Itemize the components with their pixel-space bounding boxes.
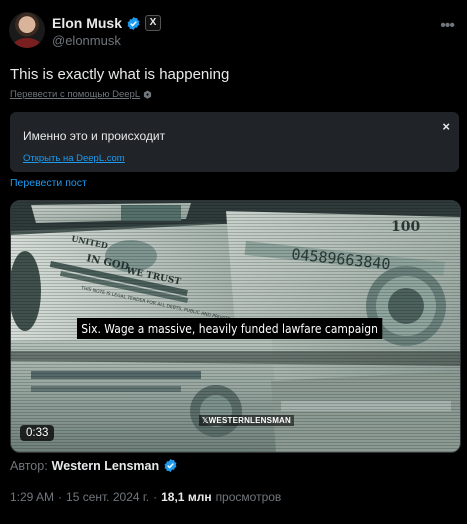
views-label: просмотров bbox=[215, 490, 282, 504]
verified-badge-icon bbox=[127, 16, 140, 30]
x-affiliation-badge: X bbox=[145, 15, 162, 31]
video-duration: 0:33 bbox=[20, 425, 55, 441]
tweet-text: This is exactly what is happening bbox=[10, 66, 230, 83]
tweet-meta: 1:29 AM · 15 сент. 2024 г. · 18,1 млн пр… bbox=[10, 490, 281, 504]
video-player[interactable]: IN GOD WE TRUST THIS NOTE IS LEGAL TENDE… bbox=[10, 200, 461, 453]
name-row: Elon Musk X bbox=[52, 15, 162, 31]
close-icon[interactable]: × bbox=[442, 119, 450, 134]
source-name[interactable]: Western Lensman bbox=[52, 459, 159, 473]
video-watermark: 𝕏WESTERNLENSMAN bbox=[199, 415, 295, 426]
translation-box: Именно это и происходит Открыть на DeepL… bbox=[10, 112, 459, 172]
translation-text: Именно это и происходит bbox=[23, 129, 166, 143]
tweet-date[interactable]: 15 сент. 2024 г. bbox=[66, 490, 149, 504]
source-prefix: Автор: bbox=[10, 458, 48, 473]
video-subtitle: Six. Wage a massive, heavily funded lawf… bbox=[77, 318, 383, 339]
open-on-deepl-link[interactable]: Открыть на DeepL.com bbox=[23, 153, 125, 164]
avatar[interactable] bbox=[9, 12, 45, 48]
display-name[interactable]: Elon Musk bbox=[52, 15, 122, 31]
tweet-time[interactable]: 1:29 AM bbox=[10, 490, 54, 504]
media-source: Автор: Western Lensman bbox=[10, 458, 178, 473]
translate-with-deepl[interactable]: Перевести с помощью DeepL bbox=[10, 89, 152, 100]
verified-badge-icon bbox=[164, 458, 177, 473]
meta-separator: · bbox=[58, 490, 63, 504]
watermark-text: WESTERNLENSMAN bbox=[208, 416, 292, 425]
more-options-icon[interactable]: ••• bbox=[440, 17, 455, 35]
deepl-icon bbox=[144, 90, 152, 99]
translate-with-label[interactable]: Перевести с помощью DeepL bbox=[10, 89, 140, 100]
translate-post-link[interactable]: Перевести пост bbox=[10, 177, 87, 189]
views-count: 18,1 млн bbox=[161, 490, 212, 504]
meta-separator: · bbox=[153, 490, 158, 504]
tweet-header: Elon Musk X @elonmusk ••• bbox=[9, 12, 459, 52]
avatar-shirt bbox=[13, 38, 41, 48]
user-handle[interactable]: @elonmusk bbox=[52, 33, 121, 48]
x-watermark-icon: 𝕏 bbox=[202, 416, 209, 425]
note-text-hundred: 100 bbox=[391, 219, 420, 235]
